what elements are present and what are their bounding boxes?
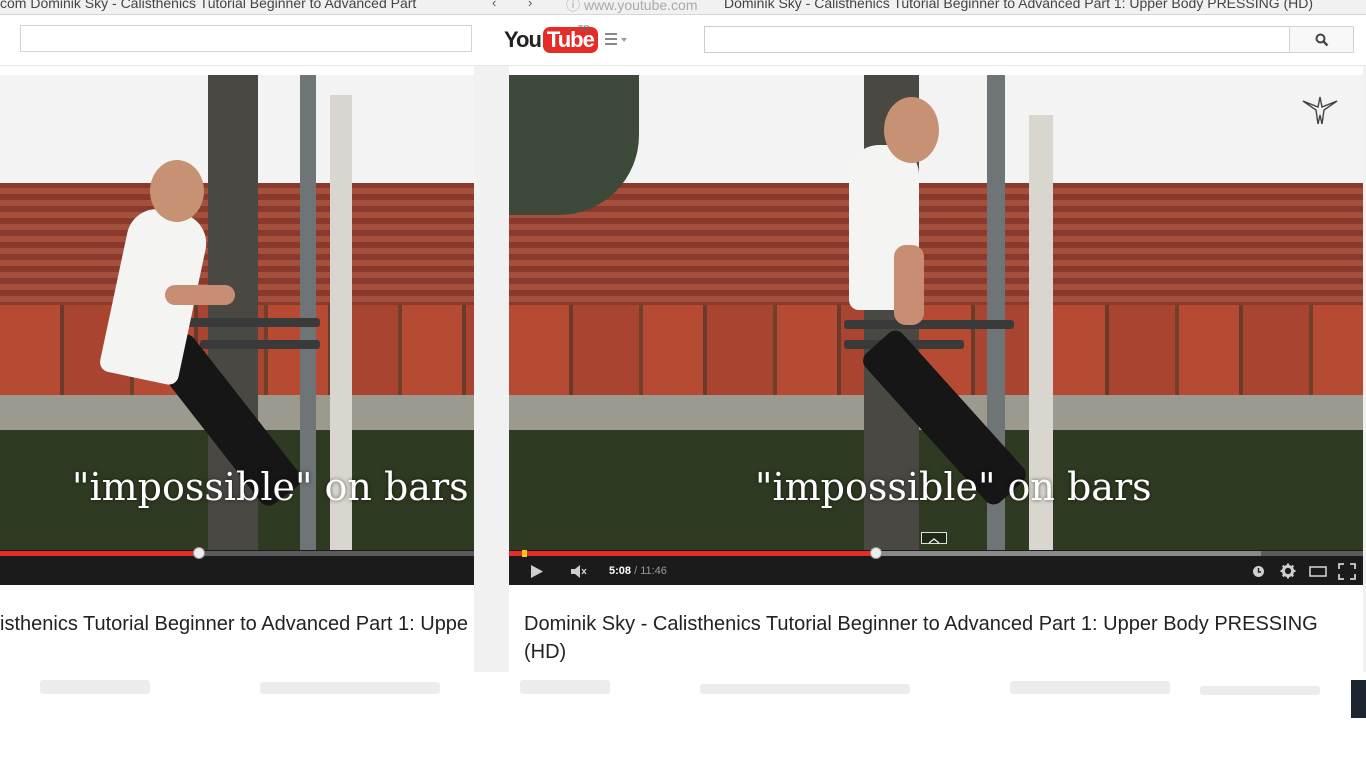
settings-gear-icon[interactable] [1280, 563, 1296, 579]
search-button[interactable] [1289, 26, 1354, 53]
guide-menu-icon[interactable] [605, 33, 631, 47]
page-info-icon[interactable]: ⓘ [566, 0, 580, 13]
play-icon[interactable] [530, 564, 544, 579]
left-window-tab-title[interactable]: com Dominik Sky - Calisthenics Tutorial … [0, 0, 416, 11]
right-video-title: Dominik Sky - Calisthenics Tutorial Begi… [524, 613, 1318, 663]
page-bottom-area [0, 672, 1366, 768]
page-gutter [474, 66, 509, 672]
expand-caret-icon[interactable] [921, 532, 947, 544]
video-caption: "impossible" on bars [755, 465, 1152, 509]
time-display: 5:08 / 11:46 [609, 565, 667, 577]
watch-later-icon[interactable] [1252, 565, 1265, 578]
time-separator: / [631, 565, 641, 577]
fullscreen-icon[interactable] [1338, 563, 1356, 580]
right-video-frame[interactable]: "impossible" on bars [509, 75, 1363, 550]
video-caption: "impossible" on bars [72, 465, 469, 509]
address-bar[interactable]: www.youtube.com [584, 0, 698, 13]
theater-mode-icon[interactable] [1309, 565, 1327, 578]
time-current: 5:08 [609, 565, 632, 577]
left-video-title: isthenics Tutorial Beginner to Advanced … [0, 613, 469, 635]
right-progress-played [509, 551, 877, 556]
time-total: 11:46 [640, 565, 667, 577]
search-input[interactable] [704, 26, 1290, 53]
volume-icon[interactable] [570, 564, 588, 579]
logo-you-text: You [504, 27, 542, 52]
back-arrow-icon[interactable]: ‹ [492, 0, 496, 10]
left-video-frame[interactable]: "impossible" on bars [0, 75, 474, 550]
region-code: TR [578, 24, 590, 34]
right-title-panel: Dominik Sky - Calisthenics Tutorial Begi… [509, 598, 1363, 672]
right-window-tab-title[interactable]: Dominik Sky - Calisthenics Tutorial Begi… [724, 0, 1313, 11]
chapter-marker [522, 550, 527, 557]
left-progress-played [0, 551, 200, 556]
youtube-logo[interactable]: You Tube TR [504, 24, 598, 54]
channel-watermark-icon[interactable] [1299, 93, 1341, 127]
chevron-down-icon [621, 38, 627, 42]
left-title-panel: isthenics Tutorial Beginner to Advanced … [0, 598, 474, 672]
forward-arrow-icon[interactable]: › [528, 0, 532, 10]
left-search-input[interactable] [20, 25, 472, 52]
browser-tab-strip: com Dominik Sky - Calisthenics Tutorial … [0, 0, 1366, 15]
scrollbar-thumb[interactable] [1351, 680, 1366, 718]
search-icon [1315, 33, 1328, 46]
left-progress-scrubber[interactable] [193, 547, 206, 559]
